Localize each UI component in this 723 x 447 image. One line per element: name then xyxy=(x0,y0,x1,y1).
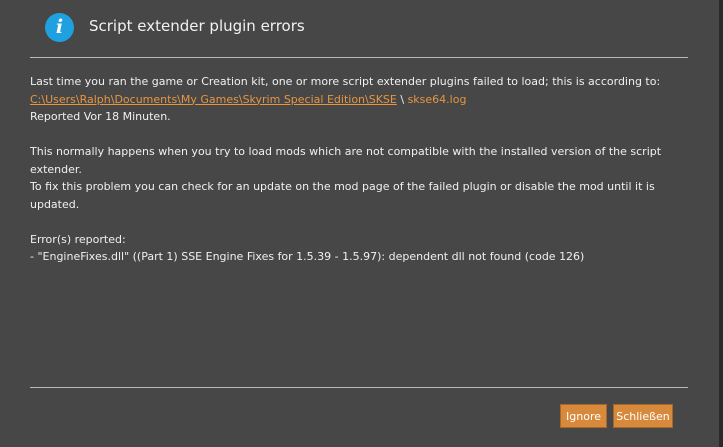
plugin-errors-dialog: i Script extender plugin errors Last tim… xyxy=(0,0,723,447)
path-separator: \ xyxy=(396,92,408,106)
info-icon: i xyxy=(45,13,74,42)
message-body: Last time you ran the game or Creation k… xyxy=(30,73,680,266)
dialog-header: i Script extender plugin errors xyxy=(0,0,719,57)
error-item: - "EngineFixes.dll" ((Part 1) SSE Engine… xyxy=(30,250,585,263)
log-path-line: C:\Users\Ralph\Documents\My Games\Skyrim… xyxy=(30,91,680,109)
log-file-name: skse64.log xyxy=(407,92,467,106)
log-folder-link[interactable]: C:\Users\Ralph\Documents\My Games\Skyrim… xyxy=(30,93,397,106)
close-button[interactable]: Schließen xyxy=(613,404,673,428)
dialog-title: Script extender plugin errors xyxy=(89,17,305,35)
reported-time: Reported Vor 18 Minuten. xyxy=(30,110,171,123)
header-divider xyxy=(30,57,688,58)
explanation-text: This normally happens when you try to lo… xyxy=(30,145,662,176)
intro-text: Last time you ran the game or Creation k… xyxy=(30,75,661,88)
errors-heading: Error(s) reported: xyxy=(30,232,126,246)
ignore-button[interactable]: Ignore xyxy=(560,404,607,428)
fix-hint-text: To fix this problem you can check for an… xyxy=(30,180,655,211)
button-bar: Ignore Schließen xyxy=(560,404,673,428)
footer-divider xyxy=(30,387,688,388)
window-edge xyxy=(719,0,723,447)
